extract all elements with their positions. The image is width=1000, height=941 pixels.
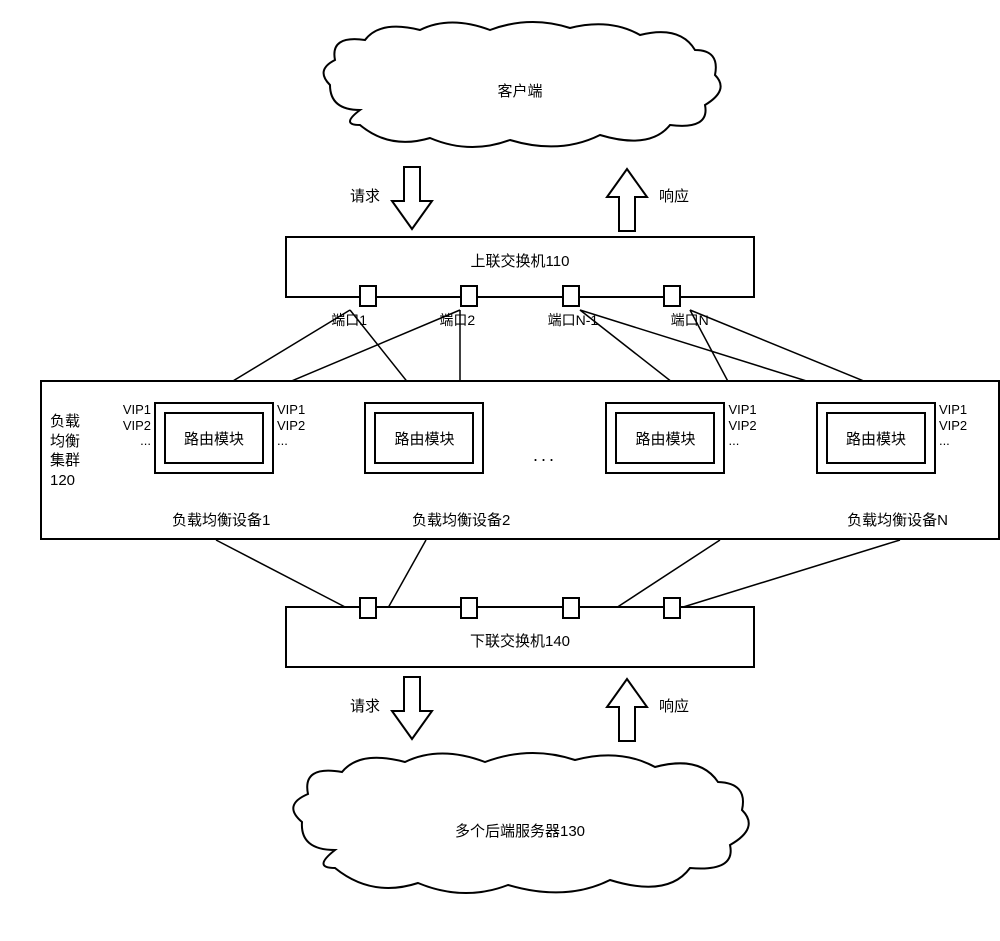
vip-list: VIP1 VIP2 ... (112, 402, 154, 449)
top-response-arrow: 响应 (605, 165, 649, 233)
ellipsis: ... (533, 445, 557, 466)
client-cloud: 客户端 (310, 20, 730, 160)
uplink-port-2 (460, 285, 478, 307)
port-label-2: 端口2 (439, 310, 475, 330)
uplink-switch-title: 上联交换机110 (287, 238, 753, 279)
downlink-port-3 (562, 597, 580, 619)
client-label: 客户端 (497, 80, 542, 101)
vip-list: VIP1 VIP2 ... (274, 402, 316, 449)
bottom-response-arrow: 响应 (605, 675, 649, 743)
route-module: 路由模块 (615, 412, 715, 464)
load-balance-cluster: 负载 均衡 集群 120 VIP1 VIP2 ... 路由模块 VIP1 (40, 380, 1000, 540)
route-module: 路由模块 (374, 412, 474, 464)
uplink-port-labels: 端口1 端口2 端口N-1 端口N (285, 310, 755, 330)
lb-device-1: VIP1 VIP2 ... 路由模块 VIP1 VIP2 ... (112, 402, 316, 474)
response-label: 响应 (659, 185, 689, 206)
downlink-port-1 (359, 597, 377, 619)
port-label-n: 端口N (671, 310, 709, 330)
uplink-port-n (663, 285, 681, 307)
response-label: 响应 (659, 695, 689, 716)
vip-list: VIP1 VIP2 ... (725, 402, 767, 449)
vip-list: VIP1 VIP2 ... (936, 402, 978, 449)
lb-name-2: 负载均衡设备2 (412, 509, 510, 530)
arrow-up-icon (605, 675, 649, 743)
cluster-label: 负载 均衡 集群 120 (50, 412, 90, 490)
architecture-diagram: 客户端 请求 响应 上联交换机110 端口1 端口2 端口N-1 端口N (20, 20, 980, 920)
request-label: 请求 (350, 185, 380, 206)
route-module: 路由模块 (826, 412, 926, 464)
uplink-switch: 上联交换机110 (285, 236, 755, 298)
downlink-switch: 下联交换机140 (285, 606, 755, 668)
arrow-down-icon (390, 165, 434, 233)
arrow-up-icon (605, 165, 649, 233)
lb-name-1: 负载均衡设备1 (172, 509, 270, 530)
uplink-port-n-1 (562, 285, 580, 307)
lb-device-n: 路由模块 VIP1 VIP2 ... (816, 402, 978, 474)
top-request-arrow: 请求 (390, 165, 434, 233)
bottom-request-arrow: 请求 (390, 675, 434, 743)
lb-device-2: 路由模块 (364, 402, 484, 474)
port-label-n-1: 端口N-1 (548, 310, 599, 330)
lb-device-n-1: 路由模块 VIP1 VIP2 ... (605, 402, 767, 474)
arrow-down-icon (390, 675, 434, 743)
downlink-port-2 (460, 597, 478, 619)
request-label: 请求 (350, 695, 380, 716)
lb-name-n: 负载均衡设备N (847, 509, 948, 530)
uplink-port-1 (359, 285, 377, 307)
route-module: 路由模块 (164, 412, 264, 464)
port-label-1: 端口1 (331, 310, 367, 330)
downlink-port-4 (663, 597, 681, 619)
servers-cloud: 多个后端服务器130 (280, 750, 760, 910)
servers-label: 多个后端服务器130 (455, 820, 585, 841)
